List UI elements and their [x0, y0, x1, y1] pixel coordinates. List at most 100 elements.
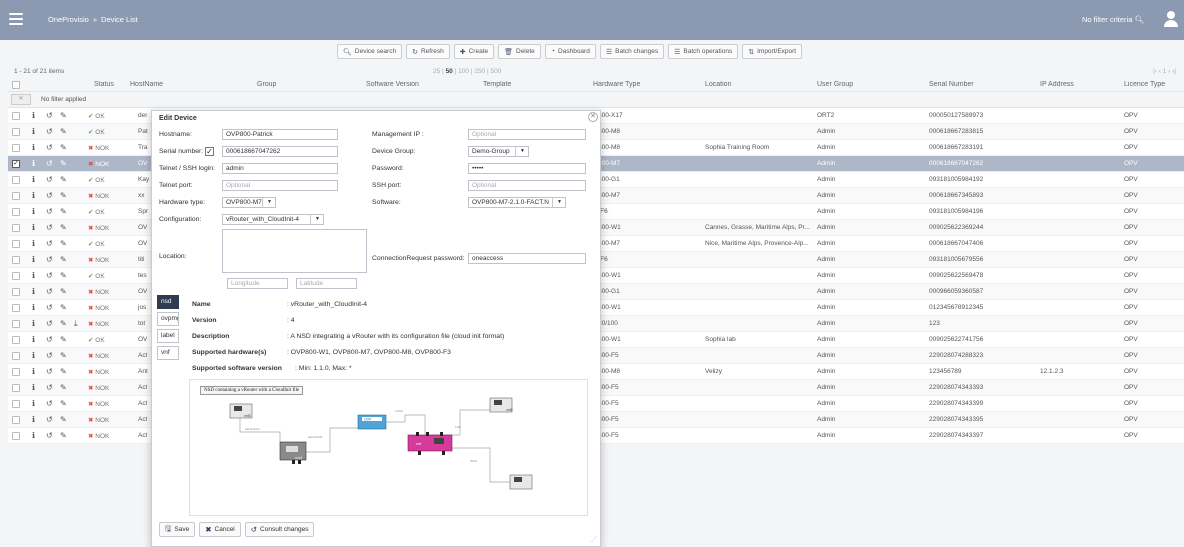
info-icon[interactable]: ℹ — [32, 207, 35, 216]
hardware-type-select[interactable]: OVP800-M7 ▼ — [222, 197, 276, 208]
row-checkbox[interactable] — [12, 271, 20, 280]
col-licence[interactable]: Licence Type — [1124, 81, 1165, 88]
history-icon[interactable]: ↺ — [46, 159, 53, 168]
history-icon[interactable]: ↺ — [46, 319, 53, 328]
row-checkbox[interactable] — [12, 399, 20, 408]
page-size-25[interactable]: 25 — [433, 68, 440, 75]
row-checkbox[interactable] — [12, 175, 20, 184]
history-icon[interactable]: ↺ — [46, 143, 53, 152]
row-checkbox[interactable] — [12, 239, 20, 248]
edit-icon[interactable]: ✎ — [60, 351, 67, 360]
edit-icon[interactable]: ✎ — [60, 239, 67, 248]
info-icon[interactable]: ℹ — [32, 415, 35, 424]
info-icon[interactable]: ℹ — [32, 255, 35, 264]
location-textarea[interactable] — [222, 229, 367, 273]
serial-checkbox[interactable]: ✓ — [205, 147, 214, 156]
edit-icon[interactable]: ✎ — [60, 367, 67, 376]
info-icon[interactable]: ℹ — [32, 431, 35, 440]
edit-icon[interactable]: ✎ — [60, 127, 67, 136]
menu-icon[interactable] — [9, 13, 23, 25]
connection-request-field[interactable]: oneaccess — [468, 253, 586, 264]
batch-operations-button[interactable]: ☰ Batch operations — [668, 44, 739, 59]
management-ip-field[interactable]: Optional — [468, 129, 586, 140]
consult-changes-button[interactable]: ↺ Consult changes — [244, 522, 315, 537]
diagram-node-vnf[interactable] — [407, 432, 453, 455]
row-checkbox[interactable] — [12, 191, 20, 200]
info-icon[interactable]: ℹ — [32, 175, 35, 184]
col-user-group[interactable]: User Group — [817, 81, 853, 88]
info-icon[interactable]: ℹ — [32, 239, 35, 248]
cancel-button[interactable]: ✖ Cancel — [199, 522, 241, 537]
row-checkbox[interactable] — [12, 143, 20, 152]
history-icon[interactable]: ↺ — [46, 127, 53, 136]
ssh-port-field[interactable]: Optional — [468, 180, 586, 191]
info-icon[interactable]: ℹ — [32, 111, 35, 120]
col-status[interactable]: Status — [94, 81, 114, 88]
row-checkbox[interactable] — [12, 335, 20, 344]
save-button[interactable]: 🖫︎ Save — [159, 522, 196, 537]
edit-icon[interactable]: ✎ — [60, 223, 67, 232]
history-icon[interactable]: ↺ — [46, 351, 53, 360]
row-checkbox[interactable] — [12, 303, 20, 312]
batch-changes-button[interactable]: ☰ Batch changes — [599, 44, 665, 59]
tab-ovpmgmt[interactable]: ovpmgmt — [157, 312, 179, 326]
edit-icon[interactable]: ✎ — [60, 271, 67, 280]
col-template[interactable]: Template — [483, 81, 511, 88]
history-icon[interactable]: ↺ — [46, 191, 53, 200]
serial-field[interactable]: 000618667047262 — [222, 146, 338, 157]
select-all-checkbox[interactable] — [12, 81, 20, 89]
edit-icon[interactable]: ✎ — [60, 287, 67, 296]
history-icon[interactable]: ↺ — [46, 287, 53, 296]
history-icon[interactable]: ↺ — [46, 223, 53, 232]
delete-button[interactable]: 🗑︎ Delete — [498, 44, 541, 59]
col-hardware[interactable]: Hardware Type — [593, 81, 640, 88]
edit-icon[interactable]: ✎ — [60, 191, 67, 200]
edit-icon[interactable]: ✎ — [60, 111, 67, 120]
filter-criteria[interactable]: No filter criteria 🔍︎ — [1082, 15, 1144, 24]
history-icon[interactable]: ↺ — [46, 111, 53, 120]
row-checkbox[interactable] — [12, 383, 20, 392]
history-icon[interactable]: ↺ — [46, 175, 53, 184]
row-checkbox[interactable] — [12, 223, 20, 232]
history-icon[interactable]: ↺ — [46, 239, 53, 248]
info-icon[interactable]: ℹ — [32, 335, 35, 344]
configuration-select[interactable]: vRouter_with_CloudInit-4 ▼ — [222, 214, 324, 225]
info-icon[interactable]: ℹ — [32, 399, 35, 408]
page-size-100[interactable]: 100 — [458, 68, 469, 75]
pagination[interactable]: |‹ ‹ 1 › ›| — [1153, 68, 1176, 75]
longitude-field[interactable]: Longitude — [227, 278, 288, 289]
diagram-node-ovp1[interactable] — [279, 441, 307, 464]
history-icon[interactable]: ↺ — [46, 367, 53, 376]
import-export-button[interactable]: ⇅ Import/Export — [742, 44, 803, 59]
breadcrumb-app[interactable]: OneProvisio — [48, 15, 89, 24]
user-icon[interactable] — [1164, 11, 1178, 27]
info-icon[interactable]: ℹ — [32, 383, 35, 392]
edit-icon[interactable]: ✎ — [60, 319, 67, 328]
info-icon[interactable]: ℹ — [32, 351, 35, 360]
history-icon[interactable]: ↺ — [46, 271, 53, 280]
tab-label[interactable]: label — [157, 329, 179, 343]
close-icon[interactable]: ✕ — [588, 112, 598, 122]
row-checkbox[interactable] — [12, 207, 20, 216]
edit-icon[interactable]: ✎ — [60, 159, 67, 168]
diagram-node-terminal[interactable] — [509, 474, 533, 490]
diagram-node-ovp[interactable] — [357, 414, 387, 430]
info-icon[interactable]: ℹ — [32, 159, 35, 168]
page-size-500[interactable]: 500 — [491, 68, 502, 75]
info-icon[interactable]: ℹ — [32, 287, 35, 296]
telnet-port-field[interactable]: Optional — [222, 180, 338, 191]
history-icon[interactable]: ↺ — [46, 431, 53, 440]
edit-icon[interactable]: ✎ — [60, 255, 67, 264]
row-checkbox[interactable] — [12, 287, 20, 296]
edit-icon[interactable]: ✎ — [60, 431, 67, 440]
row-checkbox[interactable] — [12, 111, 20, 120]
edit-icon[interactable]: ✎ — [60, 175, 67, 184]
row-checkbox[interactable] — [12, 431, 20, 440]
page-size-250[interactable]: 250 — [474, 68, 485, 75]
software-select[interactable]: OVP800-M7-2.1.0-FACT.N ▼ — [468, 197, 566, 208]
history-icon[interactable]: ↺ — [46, 255, 53, 264]
edit-icon[interactable]: ✎ — [60, 415, 67, 424]
col-group[interactable]: Group — [257, 81, 276, 88]
info-icon[interactable]: ℹ — [32, 191, 35, 200]
info-icon[interactable]: ℹ — [32, 127, 35, 136]
